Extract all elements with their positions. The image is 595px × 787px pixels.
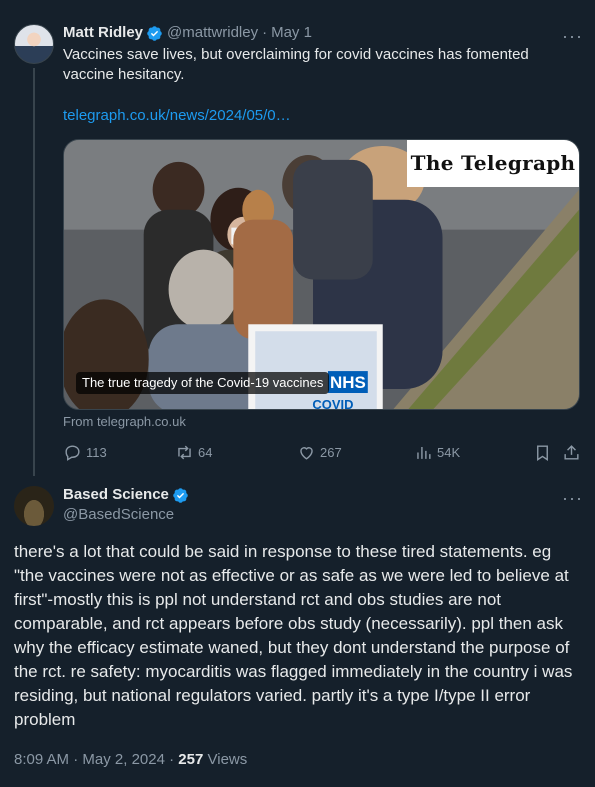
like-count: 267 [320,444,342,460]
views-count: 54K [437,444,461,460]
tweet-date[interactable]: May 1 [271,24,312,42]
tweet2-header: Based Science [63,486,193,504]
heart-icon [300,446,313,460]
share-icon [564,444,579,460]
publisher-logo: The Telegraph [407,140,579,187]
card-source[interactable]: From telegraph.co.uk [63,414,186,430]
tweet2-text: there's a lot that could be said in resp… [14,542,573,729]
views-count: 257 [178,751,204,768]
reply-count: 113 [86,444,107,460]
covid-sign-text: COVID [312,397,353,410]
tweet1-header: Matt Ridley @mattwridley · May 1 [63,24,312,42]
meta-separator: · [169,751,175,768]
share-button[interactable] [562,440,585,464]
like-button[interactable]: 267 [297,440,342,464]
reply-button[interactable]: 113 [63,440,107,464]
views-label: Views [207,751,248,768]
reply-icon [65,444,80,461]
author-name[interactable]: Matt Ridley [63,24,143,42]
author-name[interactable]: Based Science [63,486,169,504]
views-button[interactable]: 54K [414,440,460,464]
card-caption: The true tragedy of the Covid-19 vaccine… [76,372,330,394]
tweet2-meta: 8:09 AM · May 2, 2024 · 257 Views [14,750,247,770]
more-options-icon[interactable]: ··· [562,489,583,507]
repost-icon [178,445,191,459]
verified-badge-icon [147,25,162,41]
meta-separator: · [73,751,79,768]
avatar-matt-ridley[interactable] [14,24,54,64]
tweet1-text: Vaccines save lives, but overclaiming fo… [63,46,529,83]
verified-badge-icon [173,487,188,503]
link-preview-card[interactable]: NHS COVID The Telegraph The true tragedy… [63,139,580,410]
analytics-icon [417,446,431,459]
nhs-sign-text: NHS [330,373,366,392]
tweet-time[interactable]: 8:09 AM [14,751,69,768]
author-handle[interactable]: @mattwridley [167,24,258,42]
tweet1-link[interactable]: telegraph.co.uk/news/2024/05/0… [63,106,291,126]
tweet1-action-bar: 113 64 267 54K [63,440,583,464]
bookmark-button[interactable] [533,440,556,464]
repost-count: 64 [198,444,213,460]
author-handle[interactable]: @BasedScience [63,506,174,524]
more-options-icon[interactable]: ··· [562,27,583,45]
avatar-based-science[interactable] [14,486,54,526]
bookmark-icon [537,444,548,461]
tweet-date[interactable]: May 2, 2024 [82,751,165,768]
thread-line [33,68,35,476]
header-separator: · [262,24,268,41]
repost-button[interactable]: 64 [175,440,212,464]
